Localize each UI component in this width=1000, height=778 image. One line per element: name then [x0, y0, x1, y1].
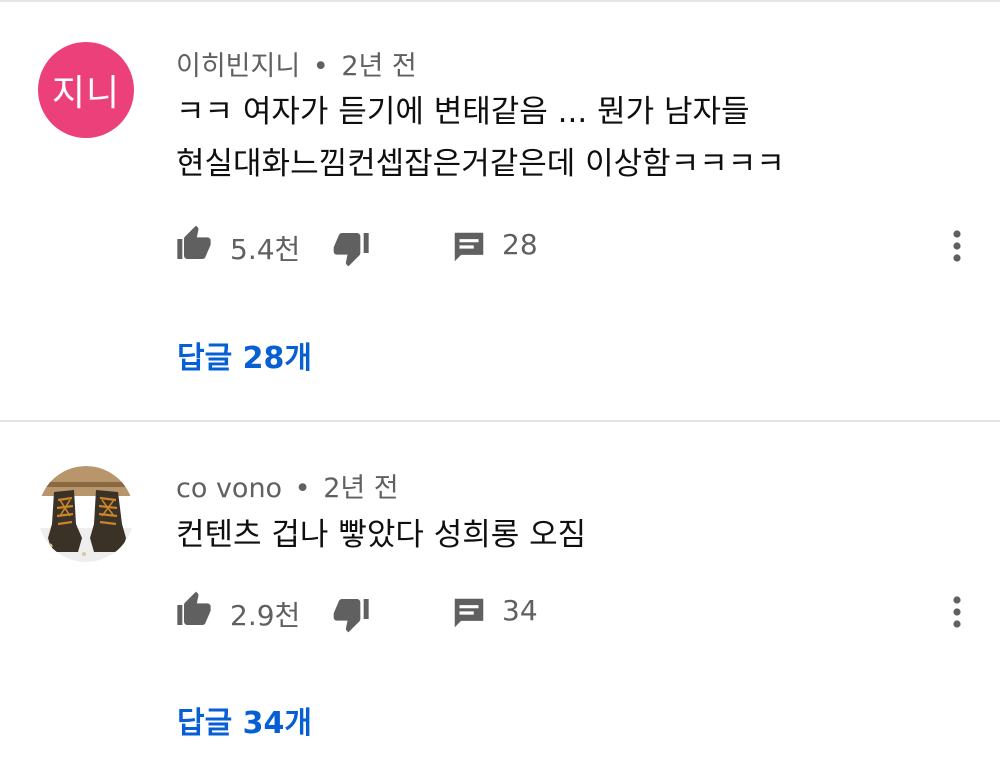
comment-actions: 5.4천 28	[174, 224, 974, 268]
comment-time: 2년 전	[323, 473, 399, 504]
comment-actions: 2.9천 34	[174, 590, 974, 634]
author-name[interactable]: 이히빈지니	[176, 51, 300, 82]
comment-meta: 이히빈지니 • 2년 전	[176, 44, 417, 83]
thumb-up-icon[interactable]	[174, 590, 214, 634]
thumb-down-icon[interactable]	[332, 594, 372, 638]
reply-count: 34	[502, 594, 538, 627]
author-name[interactable]: co vono	[176, 473, 282, 504]
comment-thread: 지니 이히빈지니 • 2년 전 ㅋㅋ 여자가 듣기에 변태같음 ... 뭔가 남…	[0, 0, 1000, 420]
avatar[interactable]	[38, 466, 134, 562]
comment-text-line: 컨텐츠 겁나 빻았다 성희롱 오짐	[176, 517, 587, 553]
meta-separator: •	[312, 51, 329, 82]
view-replies-link[interactable]: 답글 28개	[177, 333, 312, 377]
comment-icon[interactable]	[450, 228, 490, 272]
more-vertical-icon[interactable]	[944, 592, 970, 632]
like-count: 5.4천	[230, 233, 301, 266]
comment-text: 컨텐츠 겁나 빻았다 성희롱 오짐	[176, 509, 936, 561]
reply-count: 28	[502, 228, 538, 261]
avatar-initials: 지니	[51, 73, 121, 114]
thumb-up-icon[interactable]	[174, 224, 214, 268]
comment-time: 2년 전	[341, 51, 417, 82]
comment-icon[interactable]	[450, 594, 490, 638]
comment-text: ㅋㅋ 여자가 듣기에 변태같음 ... 뭔가 남자들 현실대화느낌컨셉잡은거같은…	[176, 86, 936, 190]
thumb-down-icon[interactable]	[332, 228, 372, 272]
more-vertical-icon[interactable]	[944, 226, 970, 266]
comment-meta: co vono • 2년 전	[176, 466, 399, 505]
like-count: 2.9천	[230, 599, 301, 632]
comment-text-line: ㅋㅋ 여자가 듣기에 변태같음 ... 뭔가 남자들	[176, 94, 750, 130]
comment-thread: co vono • 2년 전 컨텐츠 겁나 빻았다 성희롱 오짐 2.9천 34…	[0, 422, 1000, 778]
avatar[interactable]: 지니	[38, 42, 134, 138]
meta-separator: •	[294, 473, 311, 504]
view-replies-link[interactable]: 답글 34개	[177, 698, 312, 742]
comment-text-line: 현실대화느낌컨셉잡은거같은데 이상함ㅋㅋㅋㅋ	[176, 146, 785, 182]
boots-photo-icon	[38, 466, 134, 562]
